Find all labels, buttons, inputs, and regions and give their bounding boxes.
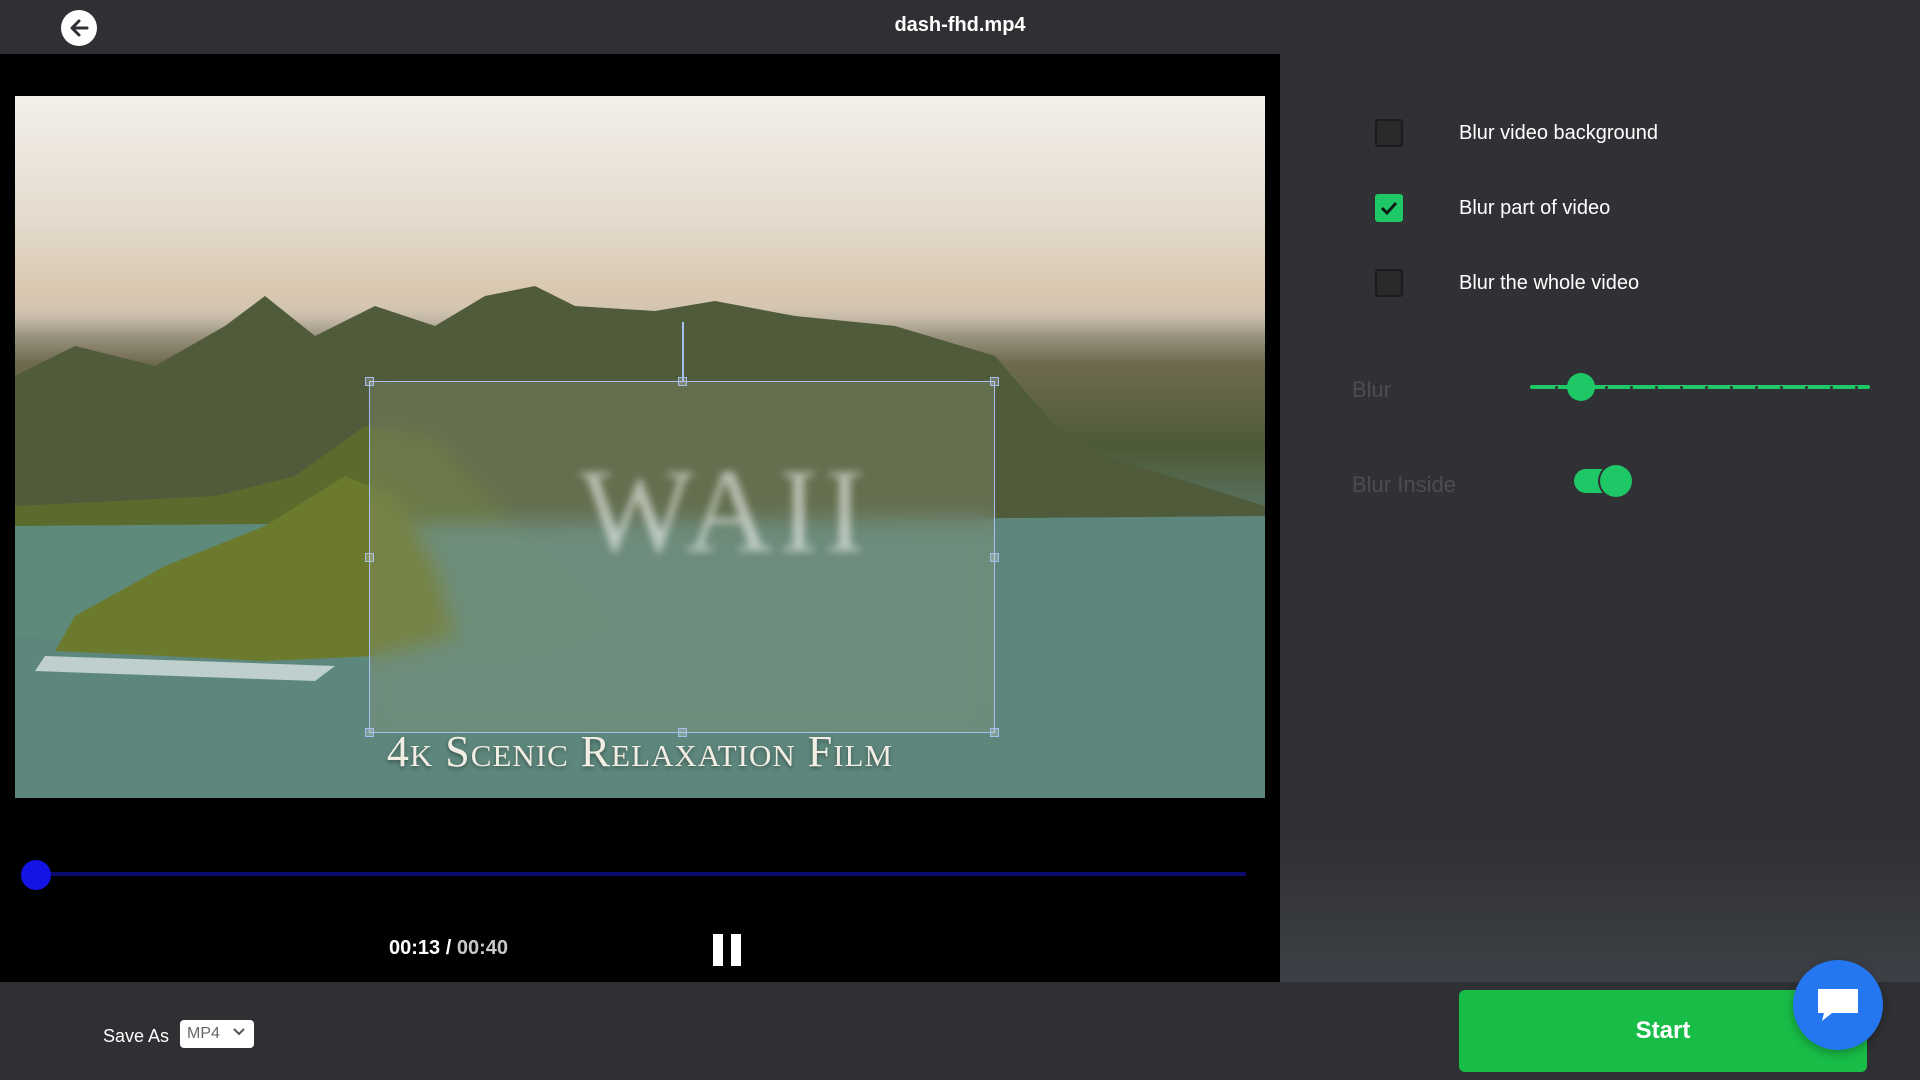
file-title: dash-fhd.mp4 xyxy=(894,14,1026,36)
option-blur-background[interactable]: Blur video background xyxy=(1375,119,1658,147)
video-overlay-title: 4k Scenic Relaxation Film xyxy=(386,727,894,776)
resize-handle-bottom-left[interactable] xyxy=(365,728,374,737)
settings-panel: Blur video background Blur part of video… xyxy=(1280,54,1920,982)
time-display: 00:13 / 00:40 xyxy=(389,937,508,960)
video-player: 4k Scenic Relaxation Film WAII 00:13 / 0… xyxy=(0,54,1280,982)
top-bar: dash-fhd.mp4 xyxy=(0,0,1920,54)
resize-handle-bottom[interactable] xyxy=(678,728,687,737)
option-blur-whole[interactable]: Blur the whole video xyxy=(1375,269,1639,297)
resize-handle-top-left[interactable] xyxy=(365,377,374,386)
resize-handle-bottom-right[interactable] xyxy=(990,728,999,737)
blur-label: Blur xyxy=(1352,377,1392,402)
format-value: MP4 xyxy=(187,1025,220,1042)
option-label: Blur part of video xyxy=(1459,196,1611,219)
toggle-knob xyxy=(1600,465,1632,497)
blurred-text: WAII xyxy=(580,444,871,577)
chat-button[interactable] xyxy=(1793,960,1883,1050)
time-separator: / xyxy=(440,937,457,959)
pause-icon xyxy=(713,934,723,966)
blur-inside-toggle[interactable] xyxy=(1574,465,1632,497)
bottom-bar: Save As MP4 Start xyxy=(0,982,1920,1080)
save-as-label: Save As xyxy=(103,1026,170,1046)
option-blur-part[interactable]: Blur part of video xyxy=(1375,194,1610,222)
resize-handle-right[interactable] xyxy=(990,553,999,562)
blur-inside-label: Blur Inside xyxy=(1352,472,1456,497)
rotate-handle[interactable] xyxy=(682,322,684,382)
progress-thumb[interactable] xyxy=(21,860,51,890)
chat-bubble-icon xyxy=(1818,989,1858,1021)
checkbox-blur-background[interactable] xyxy=(1375,119,1403,147)
resize-handle-left[interactable] xyxy=(365,553,374,562)
checkbox-blur-whole[interactable] xyxy=(1375,269,1403,297)
progress-track[interactable] xyxy=(34,872,1246,876)
blur-region[interactable]: WAII xyxy=(365,377,999,737)
option-label: Blur video background xyxy=(1459,121,1659,144)
chevron-down-icon xyxy=(233,1028,245,1036)
checkbox-blur-part[interactable] xyxy=(1375,194,1403,222)
checkmark-icon xyxy=(1380,201,1398,216)
blur-slider-thumb[interactable] xyxy=(1567,373,1595,401)
option-label: Blur the whole video xyxy=(1459,271,1640,294)
resize-handle-top-right[interactable] xyxy=(990,377,999,386)
pause-button[interactable] xyxy=(713,934,741,966)
time-current: 00:13 xyxy=(389,937,441,959)
format-select[interactable]: MP4 xyxy=(180,1020,254,1048)
time-total: 00:40 xyxy=(456,937,508,959)
